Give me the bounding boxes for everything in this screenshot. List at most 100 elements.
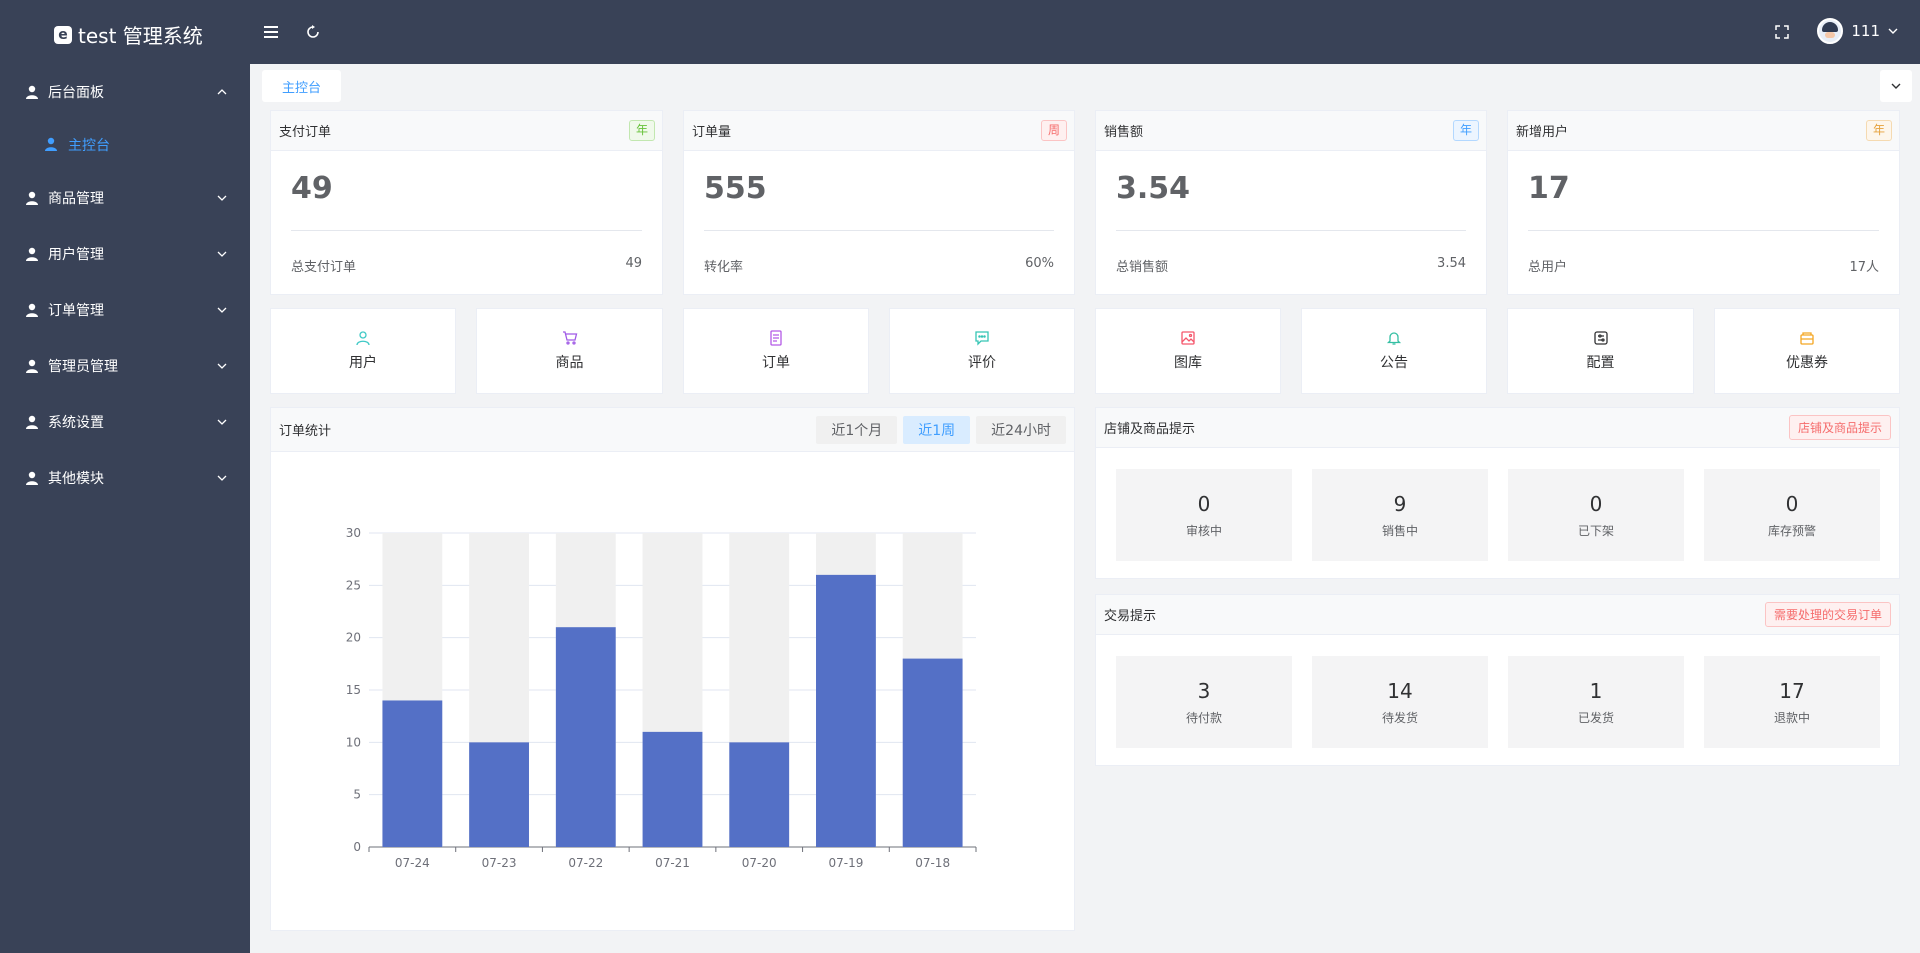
trade-tips-button[interactable]: 需要处理的交易订单: [1764, 602, 1891, 627]
tip-tile[interactable]: 1 已发货: [1508, 656, 1684, 748]
sidebar-group-goods[interactable]: 商品管理: [0, 170, 250, 226]
tip-value: 3: [1197, 678, 1211, 703]
nav-card-users[interactable]: 用户: [270, 308, 456, 394]
stat-foot-value: 49: [625, 256, 642, 271]
tip-tile[interactable]: 0 审核中: [1116, 469, 1292, 561]
shop-tips-panel: 店铺及商品提示 店铺及商品提示 0 审核中 9 销售中 0 已下架 0 库存预警: [1095, 407, 1900, 579]
brand-logo-icon: e: [54, 25, 72, 44]
chevron-down-icon: [217, 307, 227, 313]
fullscreen-icon[interactable]: [1772, 22, 1792, 42]
stat-foot-label: 总销售额: [1116, 260, 1169, 275]
tip-tile[interactable]: 0 库存预警: [1704, 469, 1880, 561]
sidebar-group-label: 商品管理: [48, 191, 104, 207]
sidebar-group-admins[interactable]: 管理员管理: [0, 338, 250, 394]
tip-tile[interactable]: 3 待付款: [1116, 656, 1292, 748]
range-selector: 近1个月 近1周 近24小时: [816, 415, 1066, 444]
tip-value: 14: [1387, 678, 1413, 703]
cart-icon: [562, 331, 577, 345]
nav-card-orders[interactable]: 订单: [683, 308, 869, 394]
sidebar-group-orders[interactable]: 订单管理: [0, 282, 250, 338]
panel-title: 交易提示: [1104, 609, 1157, 624]
nav-card-reviews[interactable]: 评价: [889, 308, 1075, 394]
nav-card-label: 评价: [968, 355, 996, 371]
nav-card-label: 订单: [762, 355, 790, 371]
sidebar-group-users[interactable]: 用户管理: [0, 226, 250, 282]
range-24h-button[interactable]: 近24小时: [976, 415, 1066, 444]
stat-value: 555: [704, 171, 767, 206]
bar: [382, 700, 443, 847]
nav-card-label: 图库: [1174, 355, 1202, 371]
bar: [469, 742, 529, 847]
trade-tips-panel: 交易提示 需要处理的交易订单 3 待付款 14 待发货 1 已发货 17 退款中: [1095, 594, 1900, 766]
bar: [902, 658, 963, 847]
tip-label: 审核中: [1185, 523, 1222, 538]
document-icon: [770, 330, 782, 346]
tip-label: 退款中: [1773, 710, 1810, 725]
user-menu[interactable]: 111: [1817, 18, 1898, 44]
stat-period-badge: 年: [628, 120, 655, 141]
order-bar-chart: 0 5 10 15 20 25 30 07-24 07-23 07-22 07-21 07-20 07-…: [346, 526, 977, 870]
nav-card-config[interactable]: 配置: [1507, 308, 1694, 394]
divider: [704, 230, 1054, 231]
stat-card-order-count: 订单量 周 555 转化率 60%: [683, 110, 1075, 295]
nav-card-goods[interactable]: 商品: [476, 308, 663, 394]
range-month-button[interactable]: 近1个月: [816, 415, 898, 444]
nav-card-label: 用户: [349, 355, 377, 371]
tip-tile[interactable]: 14 待发货: [1312, 656, 1488, 748]
sidebar-group-dashboard[interactable]: 后台面板: [0, 64, 250, 120]
chevron-down-icon: [1891, 83, 1901, 89]
x-tick-label: 07-23: [482, 856, 517, 870]
menu-fold-icon[interactable]: [261, 22, 281, 42]
range-week-button[interactable]: 近1周: [903, 415, 971, 444]
sidebar-group-label: 系统设置: [48, 415, 104, 431]
picture-icon: [1181, 331, 1195, 345]
y-tick-label: 30: [346, 526, 361, 540]
tab-dropdown-button[interactable]: [1880, 70, 1912, 102]
tip-label: 已下架: [1577, 523, 1614, 538]
sidebar-group-others[interactable]: 其他模块: [0, 450, 250, 506]
sidebar-group-settings[interactable]: 系统设置: [0, 394, 250, 450]
sidebar-item-console[interactable]: 主控台: [0, 120, 250, 170]
divider: [1116, 230, 1466, 231]
stat-title: 销售额: [1104, 125, 1144, 140]
tip-label: 已发货: [1577, 710, 1614, 725]
stat-foot-value: 17人: [1849, 260, 1879, 275]
x-tick-label: 07-20: [742, 856, 777, 870]
user-icon: [24, 358, 40, 374]
nav-card-gallery[interactable]: 图库: [1095, 308, 1281, 394]
avatar: [1817, 18, 1844, 44]
main-content: 主控台 支付订单 年 49 总支付订单 49 订单量 周 555 转化率 60%…: [250, 64, 1920, 953]
tip-value: 0: [1197, 491, 1211, 516]
user-icon: [24, 470, 40, 486]
nav-card-coupons[interactable]: 优惠券: [1714, 308, 1900, 394]
nav-card-notices[interactable]: 公告: [1301, 308, 1487, 394]
bar: [816, 574, 876, 847]
nav-card-label: 商品: [555, 355, 584, 371]
x-tick-label: 07-21: [655, 856, 690, 870]
tip-tile[interactable]: 9 销售中: [1312, 469, 1488, 561]
bar: [729, 742, 790, 847]
user-icon: [356, 331, 370, 346]
tip-value: 0: [1589, 491, 1603, 516]
nav-card-label: 配置: [1586, 355, 1615, 371]
refresh-icon[interactable]: [303, 22, 323, 42]
panel-title: 店铺及商品提示: [1104, 422, 1196, 437]
stat-foot-label: 转化率: [704, 260, 744, 275]
tab-console[interactable]: 主控台: [262, 70, 342, 102]
divider: [291, 230, 642, 231]
user-icon: [24, 414, 40, 430]
shop-tips-button[interactable]: 店铺及商品提示: [1788, 415, 1891, 440]
chevron-down-icon: [217, 419, 227, 425]
tip-tile[interactable]: 0 已下架: [1508, 469, 1684, 561]
stat-card-paid-orders: 支付订单 年 49 总支付订单 49: [270, 110, 663, 295]
brand[interactable]: e test 管理系统: [54, 20, 203, 49]
stat-value: 3.54: [1116, 171, 1191, 206]
stat-title: 支付订单: [279, 125, 332, 140]
y-tick-label: 5: [353, 788, 361, 802]
tip-value: 0: [1785, 491, 1799, 516]
y-tick-label: 10: [346, 735, 361, 749]
chevron-down-icon: [217, 475, 227, 481]
tip-tile[interactable]: 17 退款中: [1704, 656, 1880, 748]
chevron-down-icon: [217, 195, 227, 201]
tip-value: 9: [1393, 491, 1407, 516]
